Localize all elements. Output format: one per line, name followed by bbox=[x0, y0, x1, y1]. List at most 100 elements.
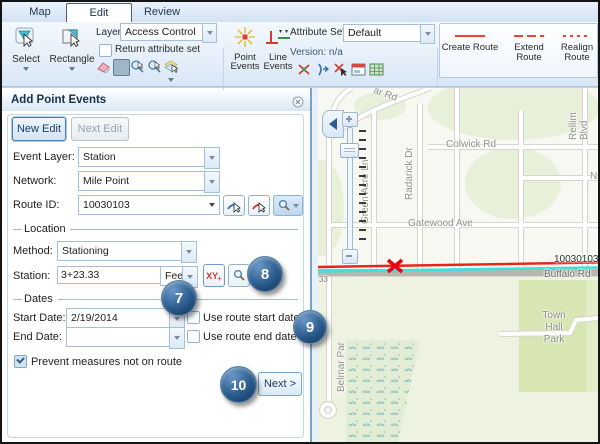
route-picker-red-icon bbox=[252, 199, 266, 213]
street-label-green-acre-ln: Green Acre Ln bbox=[360, 154, 371, 224]
chevron-down-icon bbox=[209, 180, 215, 184]
tab-edit[interactable]: Edit bbox=[66, 3, 132, 22]
town-hall-park-label: Town Hall Park bbox=[522, 310, 586, 346]
attribute-set-label: Attribute Set: bbox=[290, 27, 348, 38]
chevron-down-icon bbox=[209, 156, 215, 160]
prevent-measures-checkbox[interactable] bbox=[14, 355, 27, 368]
street-label-partial-n: N bbox=[590, 171, 597, 182]
split-event-icon[interactable] bbox=[297, 62, 312, 77]
chevron-down-icon bbox=[69, 67, 75, 71]
realign-route-icon bbox=[563, 35, 591, 37]
chevron-down-icon bbox=[174, 317, 180, 321]
method-combobox[interactable]: Stationing bbox=[57, 241, 183, 261]
chevron-down-icon bbox=[168, 78, 174, 82]
start-date-label: Start Date: bbox=[13, 312, 66, 324]
network-value: Mile Point bbox=[79, 175, 205, 187]
layer-value: Access Control bbox=[121, 26, 203, 38]
point-events-label: Point Events bbox=[227, 53, 263, 72]
slider-tick bbox=[359, 184, 366, 186]
start-date-value: 2/19/2014 bbox=[67, 312, 170, 324]
realign-route-button[interactable]: Realign Route bbox=[557, 30, 597, 63]
zoom-in-button[interactable] bbox=[342, 112, 358, 127]
event-table-icon[interactable] bbox=[369, 62, 384, 77]
event-attributes-window-icon[interactable] bbox=[351, 62, 366, 77]
version-label: Version: n/a bbox=[290, 47, 343, 58]
callout-8-badge: 8 bbox=[247, 256, 283, 292]
route-search-dropdown-button[interactable] bbox=[273, 195, 303, 216]
use-route-end-date-checkbox[interactable] bbox=[187, 330, 200, 343]
create-route-button[interactable]: Create Route bbox=[441, 30, 499, 53]
event-layer-combobox[interactable]: Station bbox=[78, 147, 206, 167]
extend-route-button[interactable]: Extend Route bbox=[503, 30, 555, 63]
route-id-label: Route ID: bbox=[13, 199, 59, 211]
chevron-down-icon bbox=[186, 250, 192, 254]
prevent-measures-label: Prevent measures not on route bbox=[31, 356, 182, 368]
slider-tick bbox=[359, 148, 366, 150]
next-button[interactable]: Next > bbox=[258, 372, 302, 396]
station-input[interactable] bbox=[57, 266, 163, 284]
chevron-down-icon bbox=[23, 67, 29, 71]
slider-tick bbox=[359, 211, 366, 213]
clear-route-selection-button[interactable] bbox=[248, 195, 270, 216]
chevron-down-icon bbox=[425, 32, 431, 36]
tab-map[interactable]: Map bbox=[16, 3, 64, 21]
extend-route-icon bbox=[514, 35, 544, 37]
street-label-belmar-park: Belmar Par bbox=[336, 336, 347, 392]
callout-7-badge: 7 bbox=[161, 280, 197, 316]
measure-label-33: 33 bbox=[319, 275, 328, 284]
layer-combobox[interactable]: Access Control bbox=[120, 23, 204, 41]
clear-selection-eraser-icon[interactable] bbox=[96, 59, 111, 74]
select-route-on-map-button[interactable] bbox=[223, 195, 245, 216]
rectangle-button[interactable]: Rectangle bbox=[48, 25, 96, 71]
next-edit-button[interactable]: Next Edit bbox=[71, 117, 129, 141]
new-edit-button[interactable]: New Edit bbox=[12, 117, 66, 141]
ribbon-tab-bar: Map Edit Review bbox=[2, 2, 598, 23]
chevron-down-icon bbox=[174, 336, 180, 340]
point-events-button[interactable]: Point Events bbox=[227, 25, 263, 72]
panel-header: Add Point Events bbox=[2, 90, 310, 112]
selectable-layers-icon[interactable] bbox=[113, 59, 130, 76]
event-layer-label: Event Layer: bbox=[13, 151, 75, 163]
network-label: Network: bbox=[13, 175, 56, 187]
attribute-set-combobox-arrow[interactable] bbox=[420, 24, 435, 44]
xy-location-button[interactable]: XY + bbox=[203, 264, 225, 287]
method-value: Stationing bbox=[58, 245, 182, 257]
return-attribute-set-label: Return attribute set bbox=[115, 44, 200, 55]
point-events-icon bbox=[233, 25, 257, 53]
layer-combobox-arrow[interactable] bbox=[202, 23, 217, 43]
slider-tick bbox=[359, 130, 366, 132]
method-combobox-arrow[interactable] bbox=[181, 241, 197, 263]
collapse-panel-tab[interactable] bbox=[322, 110, 344, 138]
callout-10-badge: 10 bbox=[220, 366, 257, 403]
event-layer-value: Station bbox=[79, 151, 205, 163]
slider-tick bbox=[359, 157, 366, 159]
tab-review[interactable]: Review bbox=[132, 3, 192, 21]
move-event-icon[interactable] bbox=[333, 62, 348, 77]
route-id-combobox[interactable]: 10030103 bbox=[78, 195, 220, 215]
realign-route-label: Realign Route bbox=[557, 43, 597, 63]
attribute-set-combobox[interactable]: Default bbox=[343, 24, 422, 42]
route-id-value: 10030103 bbox=[79, 199, 209, 211]
street-label-colwick-rd: Colwick Rd bbox=[446, 139, 496, 150]
zoom-slider-handle[interactable] bbox=[340, 143, 359, 158]
rectangle-button-label: Rectangle bbox=[49, 55, 94, 65]
network-combobox[interactable]: Mile Point bbox=[78, 171, 206, 191]
network-combobox-arrow[interactable] bbox=[204, 171, 220, 193]
slider-tick bbox=[359, 193, 366, 195]
street-label-rellim-blvd: Rellim Blvd bbox=[568, 92, 590, 140]
close-icon[interactable] bbox=[292, 95, 304, 107]
end-date-picker-arrow[interactable] bbox=[169, 327, 185, 349]
panel-title: Add Point Events bbox=[11, 94, 106, 106]
return-attribute-set-checkbox[interactable] bbox=[99, 44, 112, 57]
pan-to-selection-icon[interactable] bbox=[147, 59, 162, 74]
selection-layers-icon[interactable] bbox=[164, 59, 179, 74]
select-button[interactable]: Select bbox=[6, 25, 46, 71]
map-canvas[interactable]: ar Rd Colwick Rd Rellim Blvd Green Acre … bbox=[318, 88, 598, 442]
end-date-picker[interactable] bbox=[66, 327, 171, 347]
zoom-out-button[interactable] bbox=[342, 249, 358, 264]
event-layer-combobox-arrow[interactable] bbox=[204, 147, 220, 169]
start-date-picker[interactable]: 2/19/2014 bbox=[66, 308, 171, 328]
collapse-arrow-icon bbox=[329, 118, 337, 130]
merge-events-icon[interactable] bbox=[315, 62, 330, 77]
zoom-to-selection-icon[interactable] bbox=[130, 59, 145, 74]
